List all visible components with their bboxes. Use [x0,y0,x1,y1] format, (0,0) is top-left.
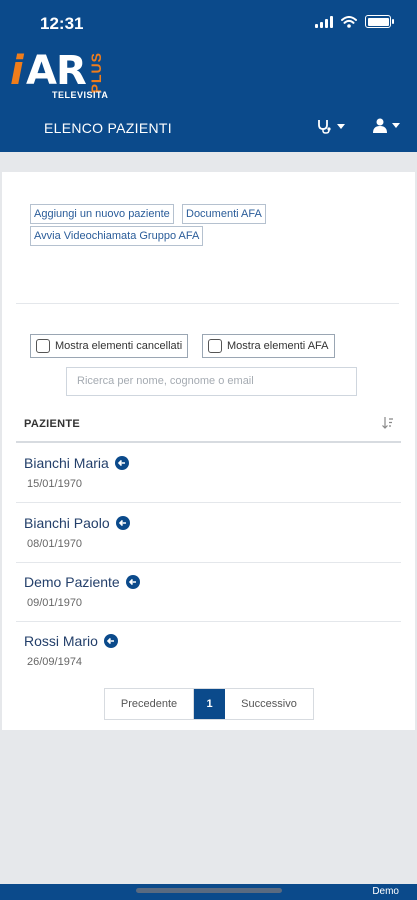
table-row[interactable]: Bianchi Maria 15/01/1970 [16,443,401,503]
next-page-button[interactable]: Successivo [225,689,313,719]
user-menu-button[interactable] [373,118,400,133]
checkbox-square[interactable] [208,339,222,353]
patient-name-text[interactable]: Bianchi Paolo [24,515,110,531]
patient-name[interactable]: Demo Paziente [24,574,140,590]
table-row[interactable]: Bianchi Paolo 08/01/1970 [16,503,401,563]
user-icon [373,118,387,133]
chevron-down-icon [337,123,345,129]
search-input[interactable]: Ricerca per nome, cognome o email [66,367,357,396]
signal-icon [315,15,333,28]
prev-page-button[interactable]: Precedente [105,689,194,719]
page-number-current[interactable]: 1 [194,689,225,719]
pagination: Precedente 1 Successivo [104,688,314,720]
page-title: ELENCO PAZIENTI [44,120,172,136]
column-header-patient[interactable]: PAZIENTE [24,418,80,430]
arrow-left-circle-icon[interactable] [103,634,118,648]
status-icons [315,15,394,28]
patient-birthdate: 15/01/1970 [27,478,83,490]
app-logo: i AR PLUS TELEVISITA [10,48,110,102]
patient-name-text[interactable]: Rossi Mario [24,633,98,649]
patient-birthdate: 09/01/1970 [27,597,83,609]
patient-birthdate: 08/01/1970 [27,538,83,550]
show-afa-label: Mostra elementi AFA [227,340,329,352]
battery-icon [365,15,394,28]
logo-subtitle: TELEVISITA [52,90,109,100]
home-indicator[interactable] [136,888,282,893]
show-afa-checkbox[interactable]: Mostra elementi AFA [202,334,335,358]
footer-label: Demo [372,886,399,897]
stethoscope-icon [318,120,331,134]
group-video-call-button[interactable]: Avvia Videochiamata Gruppo AFA [30,226,204,246]
sort-icon[interactable] [381,416,395,430]
table-row[interactable]: Rossi Mario 26/09/1974 [16,621,401,681]
patient-name-text[interactable]: Demo Paziente [24,574,120,590]
arrow-left-circle-icon[interactable] [125,575,140,589]
stethoscope-menu-button[interactable] [316,118,345,134]
patient-name[interactable]: Rossi Mario [24,633,118,649]
patient-name[interactable]: Bianchi Maria [24,455,129,471]
logo-plus: PLUS [88,52,104,94]
logo-i: i [10,48,24,94]
show-deleted-label: Mostra elementi cancellati [55,340,183,352]
table-row[interactable]: Demo Paziente 09/01/1970 [16,562,401,622]
status-time: 12:31 [40,14,84,33]
patient-name-text[interactable]: Bianchi Maria [24,455,109,471]
arrow-left-circle-icon[interactable] [114,456,129,470]
wifi-icon [341,15,357,28]
chevron-down-icon [392,123,400,128]
patient-name[interactable]: Bianchi Paolo [24,515,130,531]
divider [16,303,399,304]
checkbox-square[interactable] [36,339,50,353]
app-header: 12:31 i AR PLUS TELEVISITA ELENCO PAZIEN… [0,0,417,152]
patient-birthdate: 26/09/1974 [27,656,83,668]
arrow-left-circle-icon[interactable] [115,516,130,530]
show-deleted-checkbox[interactable]: Mostra elementi cancellati [30,334,189,358]
footer-bar: Demo [0,884,417,900]
logo-ar: AR [26,48,87,94]
documents-afa-button[interactable]: Documenti AFA [182,204,266,224]
add-patient-button[interactable]: Aggiungi un nuovo paziente [30,204,174,224]
